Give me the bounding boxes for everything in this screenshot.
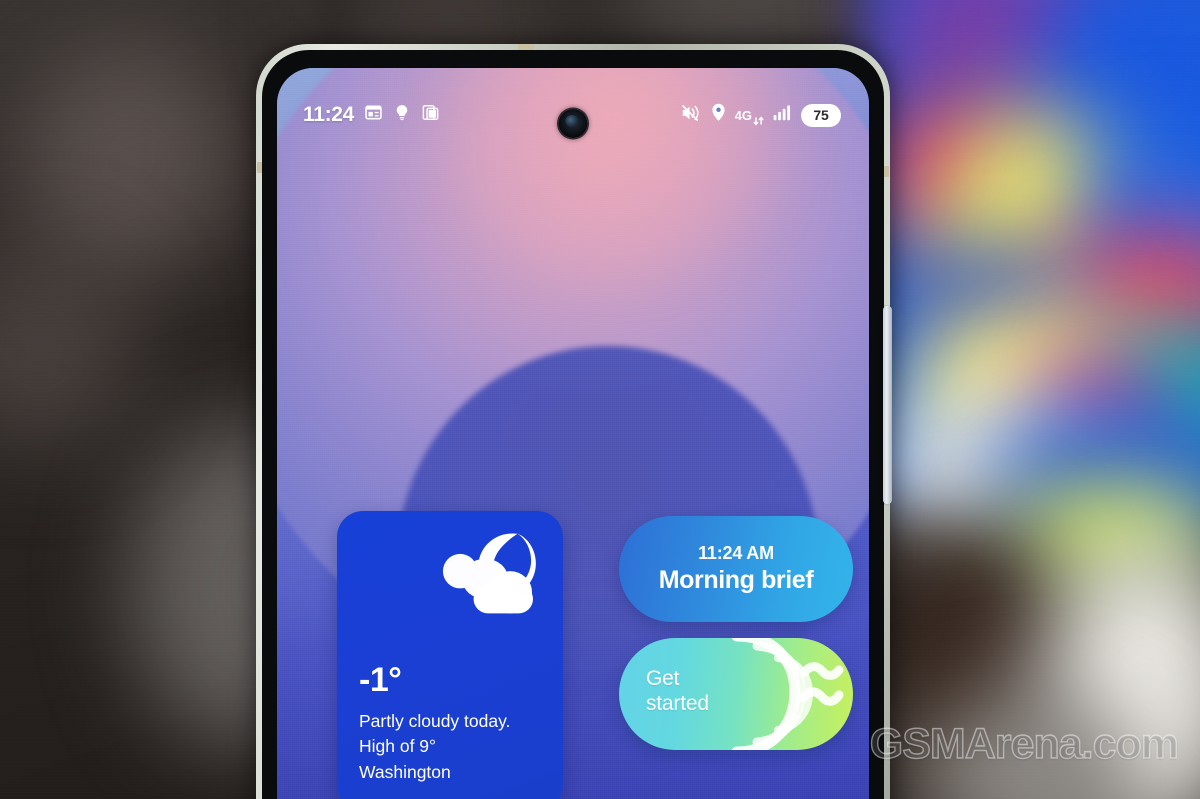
weather-temperature: -1° bbox=[359, 661, 402, 699]
get-started-label: Get started bbox=[646, 666, 709, 716]
network-type-icon: 4G bbox=[735, 104, 764, 126]
phone-bezel: 11:24 4G 75 -1° Partly cloudy today. Hig… bbox=[262, 50, 884, 799]
weather-condition: Partly cloudy today. bbox=[359, 711, 511, 731]
power-volume-button[interactable] bbox=[883, 306, 892, 504]
punch-hole-camera bbox=[558, 109, 588, 138]
home-screen-widgets: -1° Partly cloudy today. High of 9° Wash… bbox=[277, 468, 869, 799]
get-started-line2: started bbox=[646, 692, 709, 716]
multi-window-icon bbox=[421, 103, 440, 127]
mute-vibrate-icon bbox=[680, 104, 702, 127]
concentric-waves-icon bbox=[731, 638, 844, 750]
news-widget-icon bbox=[364, 103, 383, 127]
battery-status-badge: 75 bbox=[801, 103, 841, 127]
get-started-line1: Get bbox=[646, 667, 680, 690]
weather-high: High of 9° bbox=[359, 736, 437, 757]
moon-with-clouds-icon bbox=[442, 533, 536, 614]
phone-screen[interactable]: 11:24 4G 75 -1° Partly cloudy today. Hig… bbox=[277, 68, 869, 799]
weather-widget[interactable]: -1° Partly cloudy today. High of 9° Wash… bbox=[337, 511, 563, 799]
morning-brief-title: Morning brief bbox=[658, 566, 814, 594]
status-bar-clock: 11:24 bbox=[303, 103, 355, 126]
morning-brief-widget[interactable]: 11:24 AM Morning brief bbox=[619, 516, 853, 622]
location-icon bbox=[711, 103, 726, 127]
lightbulb-icon bbox=[393, 103, 411, 127]
morning-brief-time: 11:24 AM bbox=[698, 543, 774, 563]
signal-strength-icon bbox=[773, 104, 792, 126]
weather-location: Washington bbox=[359, 761, 451, 782]
get-started-widget[interactable]: Get started bbox=[619, 638, 853, 750]
status-bar-right-group: 4G 75 bbox=[680, 103, 841, 127]
smartphone-device: 11:24 4G 75 -1° Partly cloudy today. Hig… bbox=[256, 44, 892, 799]
battery-level-label: 75 bbox=[813, 107, 829, 123]
status-bar-left-group: 11:24 bbox=[303, 103, 440, 127]
weather-details: Partly cloudy today. High of 9° Washingt… bbox=[359, 709, 551, 785]
gsmarena-watermark: GSMArena.com bbox=[869, 719, 1180, 768]
network-type-label: 4G bbox=[734, 107, 752, 123]
